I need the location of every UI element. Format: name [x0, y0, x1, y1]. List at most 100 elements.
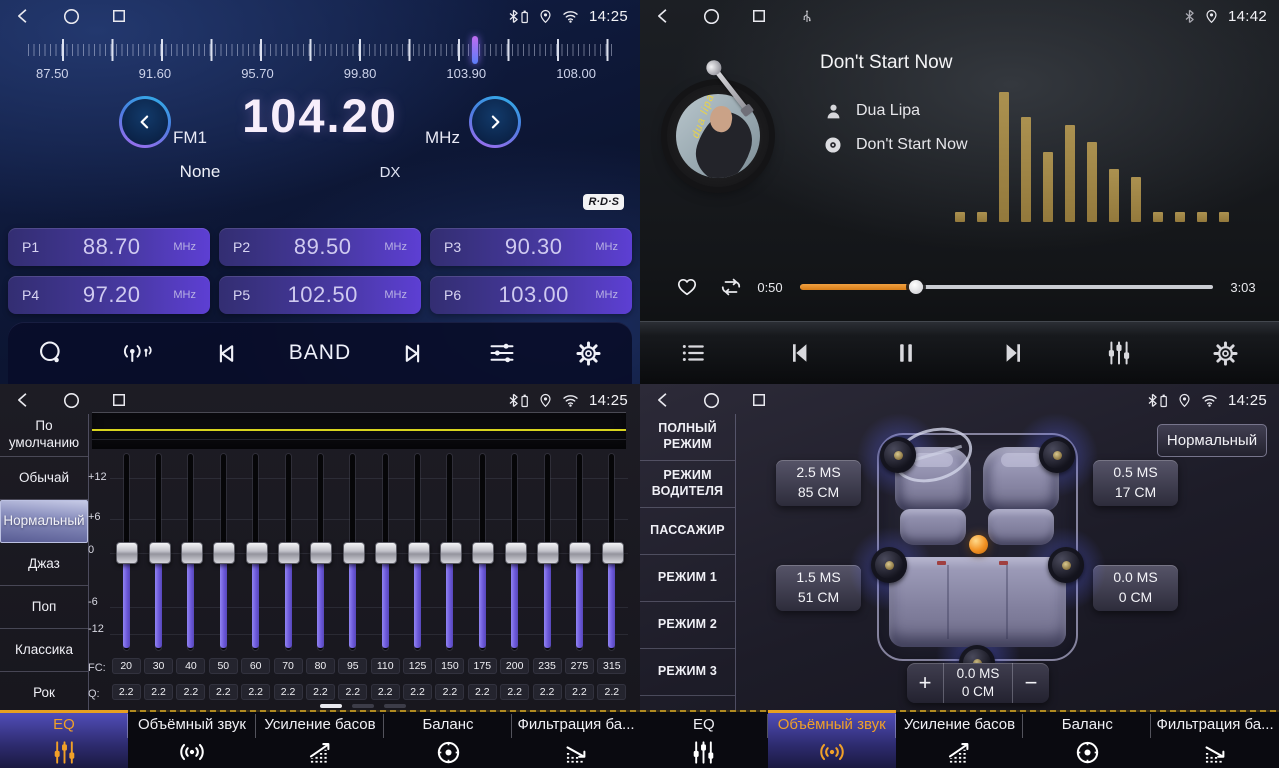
sound-mode-режим-3[interactable]: РЕЖИМ 3 — [640, 649, 735, 696]
progress-bar[interactable] — [800, 285, 1213, 289]
slider-handle[interactable] — [505, 542, 527, 564]
slider-handle[interactable] — [278, 542, 300, 564]
sound-profile-button[interactable]: Нормальный — [1157, 424, 1267, 457]
tab-eq[interactable]: EQ — [0, 710, 128, 768]
nav-back-icon[interactable] — [12, 5, 34, 27]
favorite-icon[interactable] — [670, 272, 704, 302]
eq-band-slider[interactable] — [563, 454, 595, 650]
nav-back-icon[interactable] — [652, 389, 674, 411]
eq-preset-рок[interactable]: Рок — [0, 672, 88, 715]
nav-recents-icon[interactable] — [108, 389, 130, 411]
listening-position-ball[interactable] — [969, 535, 988, 554]
eq-band-slider[interactable] — [499, 454, 531, 650]
tab-surround[interactable]: Объёмный звук — [128, 710, 256, 768]
slider-handle[interactable] — [343, 542, 365, 564]
preset-button-p1[interactable]: P188.70MHz — [8, 228, 210, 266]
mixer-icon[interactable] — [1096, 336, 1142, 370]
eq-preset-по-умолчанию[interactable]: По умолчанию — [0, 414, 88, 457]
preset-button-p5[interactable]: P5102.50MHz — [219, 276, 421, 314]
eq-band-slider[interactable] — [304, 454, 336, 650]
tab-filter[interactable]: Фильтрация ба... — [1151, 710, 1279, 768]
album-art-disc[interactable]: dua lipa — [667, 85, 769, 187]
prev-station-icon[interactable] — [202, 336, 248, 370]
delay-card-front-right[interactable]: 0.5 MS 17 CM — [1093, 460, 1178, 506]
nav-recents-icon[interactable] — [748, 389, 770, 411]
speaker-rear-right[interactable] — [1048, 547, 1084, 583]
delay-card-front-left[interactable]: 2.5 MS 85 CM — [776, 460, 861, 506]
next-track-icon[interactable] — [990, 336, 1036, 370]
eq-preset-классика[interactable]: Классика — [0, 629, 88, 672]
sound-mode-пассажир[interactable]: ПАССАЖИР — [640, 508, 735, 555]
eq-band-slider[interactable] — [142, 454, 174, 650]
eq-preset-нормальный[interactable]: Нормальный — [0, 500, 88, 543]
tab-bass-boost[interactable]: Усиление басов — [896, 710, 1024, 768]
slider-handle[interactable] — [537, 542, 559, 564]
sound-mode-режим-2[interactable]: РЕЖИМ 2 — [640, 602, 735, 649]
eq-band-slider[interactable] — [272, 454, 304, 650]
tuner-indicator[interactable] — [472, 36, 478, 64]
playlist-icon[interactable] — [670, 336, 716, 370]
tune-down-button[interactable] — [119, 96, 171, 148]
eq-band-slider[interactable] — [434, 454, 466, 650]
eq-band-slider[interactable] — [110, 454, 142, 650]
gear-icon[interactable] — [1203, 336, 1249, 370]
tab-bass-boost[interactable]: Усиление басов — [256, 710, 384, 768]
nav-home-icon[interactable] — [60, 389, 82, 411]
tuner-ruler[interactable] — [28, 36, 612, 64]
eq-band-slider[interactable] — [531, 454, 563, 650]
slider-handle[interactable] — [149, 542, 171, 564]
page-dash[interactable] — [352, 704, 374, 708]
tune-up-button[interactable] — [469, 96, 521, 148]
delay-minus-button[interactable]: − — [1013, 663, 1049, 703]
slider-handle[interactable] — [569, 542, 591, 564]
eq-preset-джаз[interactable]: Джаз — [0, 543, 88, 586]
slider-handle[interactable] — [408, 542, 430, 564]
slider-handle[interactable] — [310, 542, 332, 564]
broadcast-icon[interactable] — [115, 336, 161, 370]
eq-band-slider[interactable] — [175, 454, 207, 650]
slider-handle[interactable] — [375, 542, 397, 564]
nav-home-icon[interactable] — [60, 5, 82, 27]
sound-mode-режим-1[interactable]: РЕЖИМ 1 — [640, 555, 735, 602]
gear-icon[interactable] — [566, 336, 612, 370]
eq-band-slider[interactable] — [466, 454, 498, 650]
slider-handle[interactable] — [213, 542, 235, 564]
sound-mode-режим-водителя[interactable]: РЕЖИМ ВОДИТЕЛЯ — [640, 461, 735, 508]
speaker-front-left[interactable] — [880, 437, 916, 473]
seek-search-icon[interactable] — [28, 336, 74, 370]
nav-home-icon[interactable] — [700, 389, 722, 411]
nav-back-icon[interactable] — [652, 5, 674, 27]
tab-filter[interactable]: Фильтрация ба... — [512, 710, 640, 768]
eq-band-slider[interactable] — [596, 454, 628, 650]
audio-settings-icon[interactable] — [479, 336, 525, 370]
speaker-rear-left[interactable] — [871, 547, 907, 583]
nav-recents-icon[interactable] — [108, 5, 130, 27]
nav-back-icon[interactable] — [12, 389, 34, 411]
eq-band-slider[interactable] — [337, 454, 369, 650]
repeat-icon[interactable] — [714, 272, 748, 302]
tab-balance[interactable]: Баланс — [384, 710, 512, 768]
sound-mode-полный-режим[interactable]: ПОЛНЫЙ РЕЖИМ — [640, 414, 735, 461]
slider-handle[interactable] — [246, 542, 268, 564]
nav-home-icon[interactable] — [700, 5, 722, 27]
tab-surround[interactable]: Объёмный звук — [768, 710, 896, 768]
page-dash-active[interactable] — [320, 704, 342, 708]
speaker-front-right[interactable] — [1039, 437, 1075, 473]
slider-handle[interactable] — [602, 542, 624, 564]
eq-preset-поп[interactable]: Поп — [0, 586, 88, 629]
tab-balance[interactable]: Баланс — [1023, 710, 1151, 768]
tab-eq[interactable]: EQ — [640, 710, 768, 768]
page-dash[interactable] — [384, 704, 406, 708]
eq-band-slider[interactable] — [401, 454, 433, 650]
prev-track-icon[interactable] — [777, 336, 823, 370]
eq-band-slider[interactable] — [369, 454, 401, 650]
slider-handle[interactable] — [440, 542, 462, 564]
band-button[interactable]: BAND — [289, 341, 351, 365]
preset-button-p6[interactable]: P6103.00MHz — [430, 276, 632, 314]
preset-button-p4[interactable]: P497.20MHz — [8, 276, 210, 314]
slider-handle[interactable] — [472, 542, 494, 564]
eq-band-slider[interactable] — [240, 454, 272, 650]
preset-button-p3[interactable]: P390.30MHz — [430, 228, 632, 266]
eq-preset-обычай[interactable]: Обычай — [0, 457, 88, 500]
slider-handle[interactable] — [116, 542, 138, 564]
